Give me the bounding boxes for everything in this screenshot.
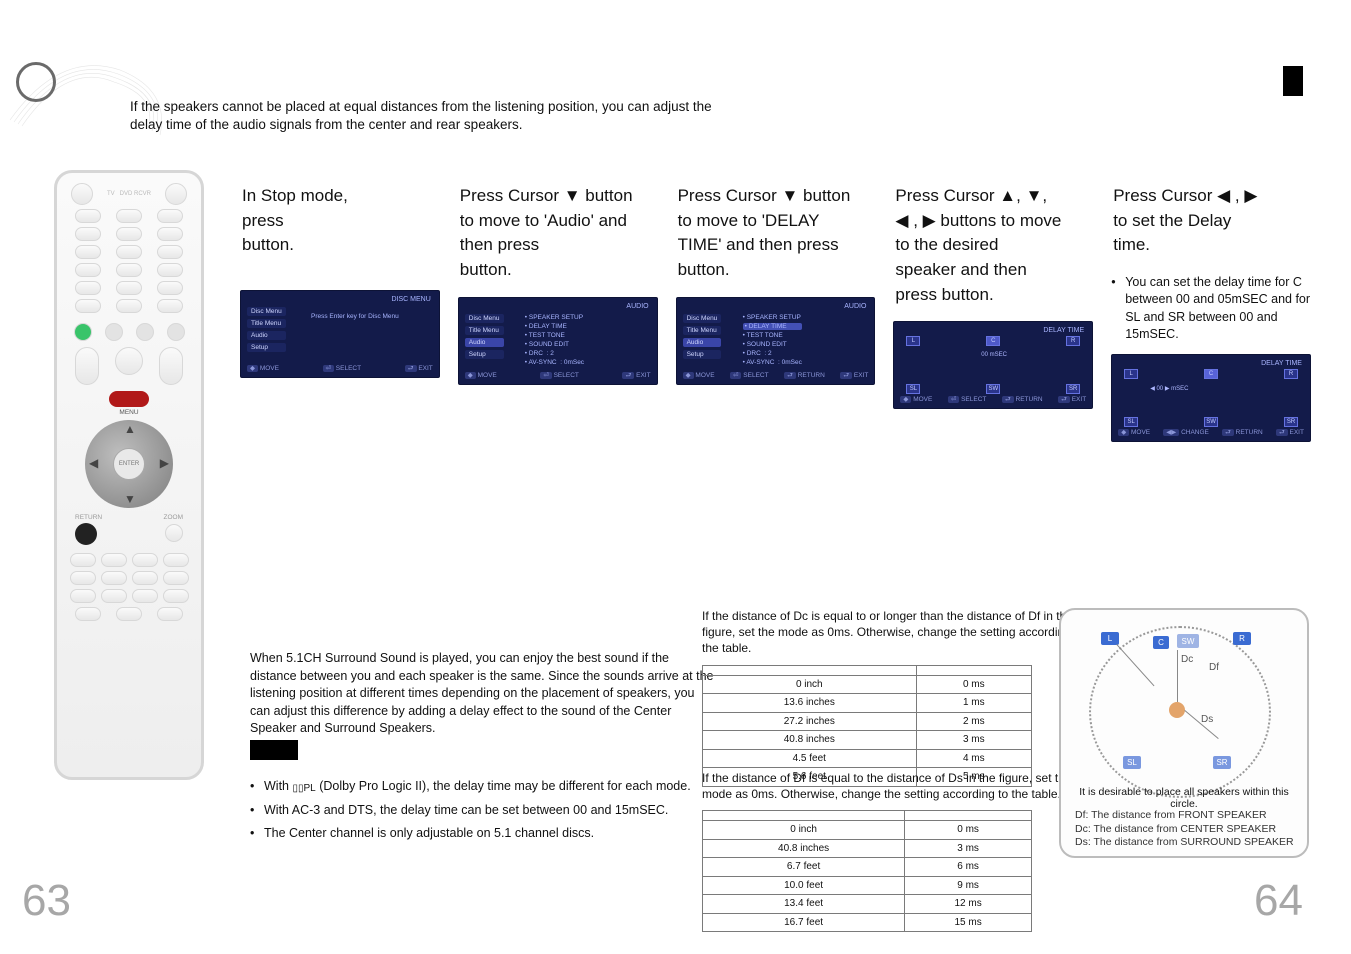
remote-zoom-label: ZOOM [164,514,184,521]
step-5: Press Cursor ◀ , ▶ to set the Delay time… [1111,180,1311,480]
remote-open-close-button [165,183,187,205]
page-number-left: 63 [22,876,71,926]
remote-menu-button [109,391,149,407]
note-bullet-3: The Center channel is only adjustable on… [250,822,750,845]
note-bullet-1: With ▯▯PL (Dolby Pro Logic II), the dela… [250,775,750,799]
steps-row: In Stop mode, press button. DISC MENU Di… [240,180,1311,480]
step1-line1: In Stop mode, [242,186,348,205]
step-4: Press Cursor ▲, ▼, ◀ , ▶ buttons to move… [893,180,1093,480]
note-bullets: With ▯▯PL (Dolby Pro Logic II), the dela… [250,775,750,845]
diagram-caption: It is desirable to place all speakers wi… [1071,786,1297,810]
remote-power-button [71,183,93,205]
diagram-listener-icon [1169,702,1185,718]
osd-delay-speaker-select: DELAY TIME L C R SL SW SR 00 mSEC ◆ MOVE… [893,321,1093,409]
step4-line2: ◀ , ▶ buttons to move [895,211,1061,230]
swirl-circle-decoration [16,62,56,102]
table-row: 27.2 inches2 ms [703,712,1032,731]
remote-return-button [75,523,97,545]
step2-line3: then press [460,235,539,254]
step5-line3: time. [1113,235,1150,254]
osd-audio-delay-select: AUDIO Disc Menu Title Menu Audio Setup •… [676,297,876,385]
diagram-label-dc: Dc [1181,654,1193,665]
step5-line1: Press Cursor ◀ , ▶ [1113,186,1257,205]
table-row: 6.7 feet6 ms [703,858,1032,877]
remote-menu-label: MENU [67,409,191,416]
diagram-speaker-sw: SW [1177,634,1199,648]
table-row: 4.5 feet4 ms [703,749,1032,768]
note-badge [250,740,298,760]
note-bullet-2: With AC-3 and DTS, the delay time can be… [250,799,750,822]
table-row: 13.6 inches1 ms [703,694,1032,713]
table-row: 16.7 feet15 ms [703,913,1032,932]
osd-delay-time-set: DELAY TIME L C R SL SW SR ◀ 00 ▶ mSEC ◆ … [1111,354,1311,442]
rear-delay-table: 0 inch0 ms40.8 inches3 ms6.7 feet6 ms10.… [702,810,1032,932]
dolby-pl-symbol: ▯▯PL [292,780,315,799]
speaker-placement-diagram: L C SW R SL SR Dc Df Ds It is desirable … [1059,608,1309,858]
step3-line2: to move to 'DELAY [678,211,820,230]
arrow-down-icon: ▼ [124,492,136,506]
step-3: Press Cursor ▼ button to move to 'DELAY … [676,180,876,480]
edge-tab-marker [1283,66,1303,96]
step5-note: You can set the delay time for C between… [1111,274,1311,344]
step4-line5: press button. [895,285,993,304]
remote-enter-button: ENTER [113,448,145,480]
arrow-up-icon: ▲ [124,422,136,436]
arrow-left-icon: ◀ [89,456,98,470]
page-number-right: 64 [1254,876,1303,926]
step3-line1: Press Cursor ▼ button [678,186,851,205]
remote-return-label: RETURN [75,514,102,521]
step2-line4: button. [460,260,512,279]
center-desc: If the distance of Dc is equal to or lon… [702,608,1092,657]
diagram-speaker-sl: SL [1123,756,1141,769]
diagram-legend: Df: The distance from FRONT SPEAKER Dc: … [1075,809,1294,850]
step-1: In Stop mode, press button. DISC MENU Di… [240,180,440,480]
arrow-right-icon: ▶ [160,456,169,470]
manual-spread: If the speakers cannot be placed at equa… [0,0,1351,954]
osd-audio-menu: AUDIO Disc Menu Title Menu Audio Setup •… [458,297,658,385]
center-delay-table: 0 inch0 ms13.6 inches1 ms27.2 inches2 ms… [702,665,1032,787]
rear-speaker-section: If the distance of Df is equal to the di… [702,770,1092,932]
step5-line2: to set the Delay [1113,211,1231,230]
diagram-speaker-c: C [1153,636,1169,649]
intro-text: If the speakers cannot be placed at equa… [130,98,720,134]
diagram-label-df: Df [1209,662,1219,673]
rear-desc: If the distance of Df is equal to the di… [702,770,1092,802]
remote-illustration: TV DVD RCVR MENU [44,170,214,790]
delay-time-paragraph: When 5.1CH Surround Sound is played, you… [250,650,715,738]
table-row: 13.4 feet12 ms [703,895,1032,914]
diagram-speaker-r: R [1233,632,1251,645]
step1-line3: button. [242,235,294,254]
step3-line3: TIME' and then press [678,235,839,254]
diagram-speaker-sr: SR [1213,756,1231,769]
table-row: 10.0 feet9 ms [703,876,1032,895]
remote-dpad: ENTER ▲ ▼ ◀ ▶ [85,420,173,508]
step4-line4: speaker and then [895,260,1026,279]
step2-line2: to move to 'Audio' and [460,211,627,230]
step2-line1: Press Cursor ▼ button [460,186,633,205]
step3-line4: button. [678,260,730,279]
step1-line2: press [242,211,284,230]
table-row: 40.8 inches3 ms [703,731,1032,750]
step4-line3: to the desired [895,235,998,254]
table-row: 0 inch0 ms [703,821,1032,840]
center-speaker-section: If the distance of Dc is equal to or lon… [702,608,1092,787]
step4-line1: Press Cursor ▲, ▼, [895,186,1047,205]
table-row: 0 inch0 ms [703,675,1032,694]
table-row: 40.8 inches3 ms [703,839,1032,858]
diagram-label-ds: Ds [1201,714,1213,725]
step-2: Press Cursor ▼ button to move to 'Audio'… [458,180,658,480]
osd-disc-menu: DISC MENU Disc Menu Title Menu Audio Set… [240,290,440,378]
remote-zoom-button [165,524,183,542]
